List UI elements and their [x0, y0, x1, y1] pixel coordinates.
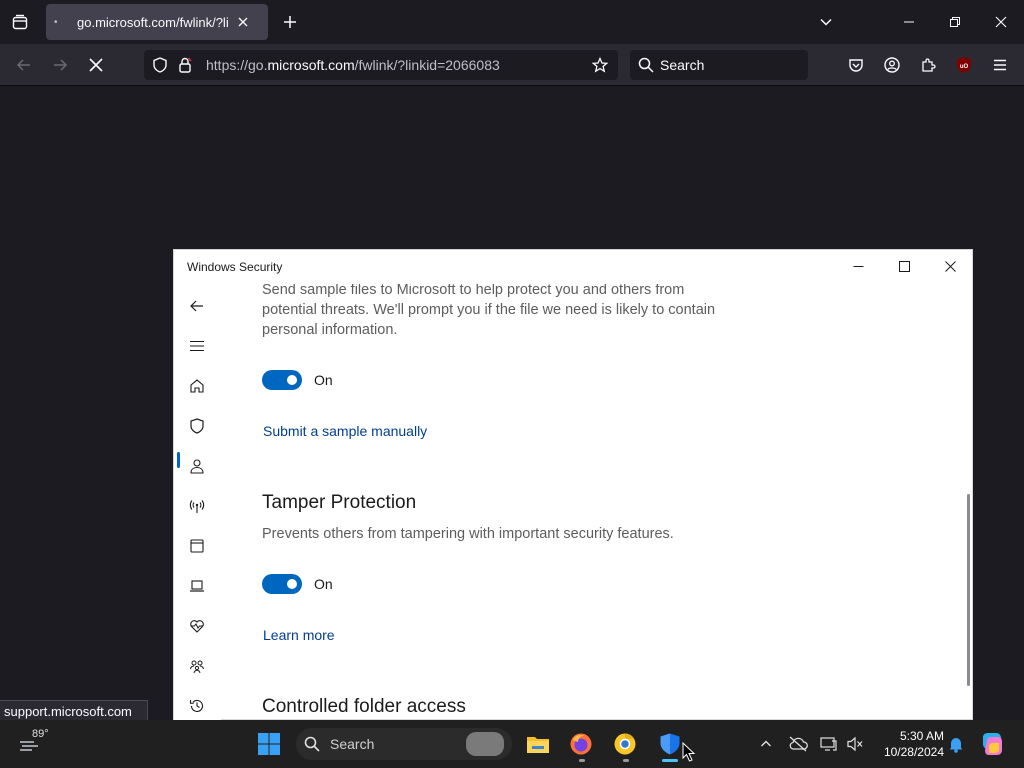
tab-strip: • go.microsoft.com/fwlink/?linkid=206608… [0, 0, 1024, 44]
copilot-icon[interactable] [976, 728, 1008, 760]
description-line: personal information. [262, 322, 398, 338]
protection-history-icon[interactable] [185, 694, 209, 718]
weather-temp: 89° [32, 728, 49, 740]
url-bar[interactable]: https://go.microsoft.com/fwlink/?linkid=… [144, 50, 618, 80]
tab-list-icon[interactable] [8, 10, 32, 34]
nav-toolbar: https://go.microsoft.com/fwlink/?linkid=… [0, 44, 1024, 86]
system-clock[interactable]: 5:30 AM 10/28/2024 [872, 728, 944, 760]
device-security-laptop-icon[interactable] [185, 574, 209, 598]
home-icon[interactable] [185, 374, 209, 398]
taskbar-search-box[interactable]: Search [296, 728, 512, 760]
running-indicator [579, 759, 585, 762]
file-explorer-icon[interactable] [522, 728, 554, 760]
ws-minimize-icon[interactable] [847, 256, 869, 276]
firewall-wifi-icon[interactable] [185, 494, 209, 518]
sample-submission-description: Send sample files to Microsoft to help p… [262, 284, 715, 340]
bookmark-star-icon[interactable] [591, 56, 609, 78]
search-highlight-image [466, 732, 504, 756]
mouse-cursor-icon [682, 741, 696, 767]
windows-security-window: Windows Security Send sample files to Mi… [173, 249, 973, 721]
app-browser-control-icon[interactable] [185, 534, 209, 558]
nav-menu-icon[interactable] [185, 334, 209, 358]
close-tab-icon[interactable] [235, 14, 251, 30]
ws-close-icon[interactable] [939, 256, 961, 276]
hamburger-menu-icon[interactable] [990, 55, 1010, 75]
close-window-icon[interactable] [987, 8, 1015, 36]
svg-text:uO: uO [960, 64, 969, 70]
extensions-icon[interactable] [918, 55, 938, 75]
chevron-down-icon[interactable] [816, 12, 836, 32]
controlled-folder-access-heading: Controlled folder access [262, 696, 466, 717]
back-arrow-icon[interactable] [185, 294, 209, 318]
stop-loading-icon[interactable] [83, 52, 109, 78]
search-placeholder: Search [660, 57, 705, 73]
weather-widget[interactable]: 89° [16, 728, 56, 760]
loading-dot-icon: • [54, 16, 58, 28]
weather-icon [18, 738, 42, 759]
notification-bell-icon[interactable] [940, 728, 972, 760]
pocket-icon[interactable] [846, 55, 866, 75]
tab-title: go.microsoft.com/fwlink/?linkid=2066083 [77, 14, 229, 30]
active-app-indicator [662, 759, 678, 762]
browser-tab[interactable]: • go.microsoft.com/fwlink/?linkid=206608… [46, 4, 268, 40]
learn-more-link[interactable]: Learn more [263, 627, 335, 643]
virus-protection-shield-icon[interactable] [185, 414, 209, 438]
ublock-origin-icon[interactable]: uO [954, 55, 974, 75]
ws-content: Send sample files to Microsoft to help p… [222, 284, 970, 721]
account-icon[interactable] [882, 55, 902, 75]
new-tab-icon[interactable] [280, 12, 300, 32]
clock-time: 5:30 AM [899, 729, 944, 743]
search-icon [304, 736, 320, 757]
tamper-protection-description: Prevents others from tampering with impo… [262, 526, 674, 542]
show-hidden-icons-chevron-icon[interactable] [750, 728, 782, 760]
windows-taskbar: 89° Search 5:30 AM 10/28/2024 [0, 720, 1024, 768]
sample-submission-toggle[interactable] [262, 370, 302, 390]
link-status-text: support.microsoft.com [0, 700, 148, 720]
firefox-icon[interactable] [565, 728, 597, 760]
taskbar-search-label: Search [330, 736, 375, 752]
volume-muted-icon[interactable] [839, 728, 871, 760]
family-options-icon[interactable] [185, 654, 209, 678]
search-icon [638, 57, 654, 78]
ws-sidebar [174, 284, 221, 721]
account-protection-person-icon[interactable] [185, 454, 209, 478]
active-nav-indicator [177, 452, 180, 468]
start-windows-icon[interactable] [253, 728, 285, 760]
url-text: https://go.microsoft.com/fwlink/?linkid=… [206, 57, 500, 73]
window-title: Windows Security [187, 260, 283, 274]
tracking-shield-icon[interactable] [152, 57, 168, 78]
tamper-protection-heading: Tamper Protection [262, 492, 417, 513]
clock-date: 10/28/2024 [883, 745, 944, 759]
tamper-protection-toggle-label: On [314, 576, 333, 592]
chrome-canary-icon[interactable] [609, 728, 641, 760]
description-line: Send sample files to Microsoft to help p… [262, 284, 685, 298]
running-indicator [623, 759, 629, 762]
forward-icon[interactable] [47, 52, 73, 78]
lock-icon[interactable] [178, 57, 192, 78]
search-bar[interactable]: Search [630, 50, 808, 80]
scrollbar-thumb[interactable] [967, 494, 970, 686]
back-icon[interactable] [11, 52, 37, 78]
sample-submission-toggle-label: On [314, 372, 333, 388]
tamper-protection-toggle[interactable] [262, 574, 302, 594]
device-health-heart-icon[interactable] [185, 614, 209, 638]
description-line: potential threats. We'll prompt you if t… [262, 302, 716, 318]
ws-maximize-icon[interactable] [893, 256, 915, 276]
restore-icon[interactable] [941, 8, 969, 36]
onedrive-offline-icon[interactable] [782, 728, 814, 760]
submit-sample-link[interactable]: Submit a sample manually [263, 423, 427, 439]
minimize-icon[interactable] [895, 8, 923, 36]
